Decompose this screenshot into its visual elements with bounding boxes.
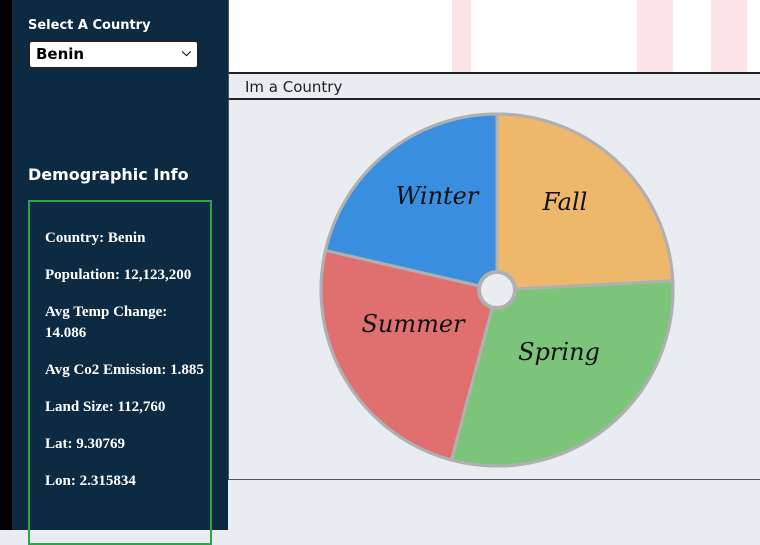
top-banner	[228, 0, 760, 72]
sidebar: Select A Country Benin ⌵ Demographic Inf…	[12, 0, 228, 545]
wheel-label-winter: Winter	[396, 182, 480, 210]
info-population: Population: 12,123,200	[45, 267, 192, 283]
info-country: Country: Benin	[45, 230, 146, 246]
info-avg-temp-change: Avg Temp Change: 14.086	[45, 304, 168, 341]
demographic-info-heading: Demographic Info	[28, 165, 189, 184]
wheel-label-fall: Fall	[542, 188, 588, 216]
info-avg-co2-emission: Avg Co2 Emission: 1.885	[45, 362, 204, 378]
info-land-size: Land Size: 112,760	[45, 399, 166, 415]
wheel-label-summer: Summer	[361, 310, 466, 338]
country-title: Im a Country	[245, 78, 343, 96]
country-select[interactable]: Benin ⌵	[28, 40, 199, 69]
country-title-bar: Im a Country	[228, 72, 760, 100]
banner-stripe	[637, 0, 673, 72]
wheel-hub	[477, 270, 517, 310]
season-wheel-panel: Fall Spring Summer Winter	[228, 100, 760, 480]
country-select-value: Benin	[36, 45, 85, 63]
chevron-down-icon: ⌵	[181, 45, 191, 59]
banner-stripe	[711, 0, 747, 72]
demographic-info-box: Country: Benin Population: 12,123,200 Av…	[28, 200, 212, 545]
info-lat: Lat: 9.30769	[45, 436, 125, 452]
wheel-label-spring: Spring	[518, 338, 600, 366]
banner-stripe	[452, 0, 471, 72]
season-wheel[interactable]: Fall Spring Summer Winter	[229, 100, 760, 480]
bottom-area	[228, 480, 760, 530]
select-country-label: Select A Country	[28, 18, 151, 33]
info-lon: Lon: 2.315834	[45, 473, 136, 489]
window-edge	[0, 0, 12, 530]
